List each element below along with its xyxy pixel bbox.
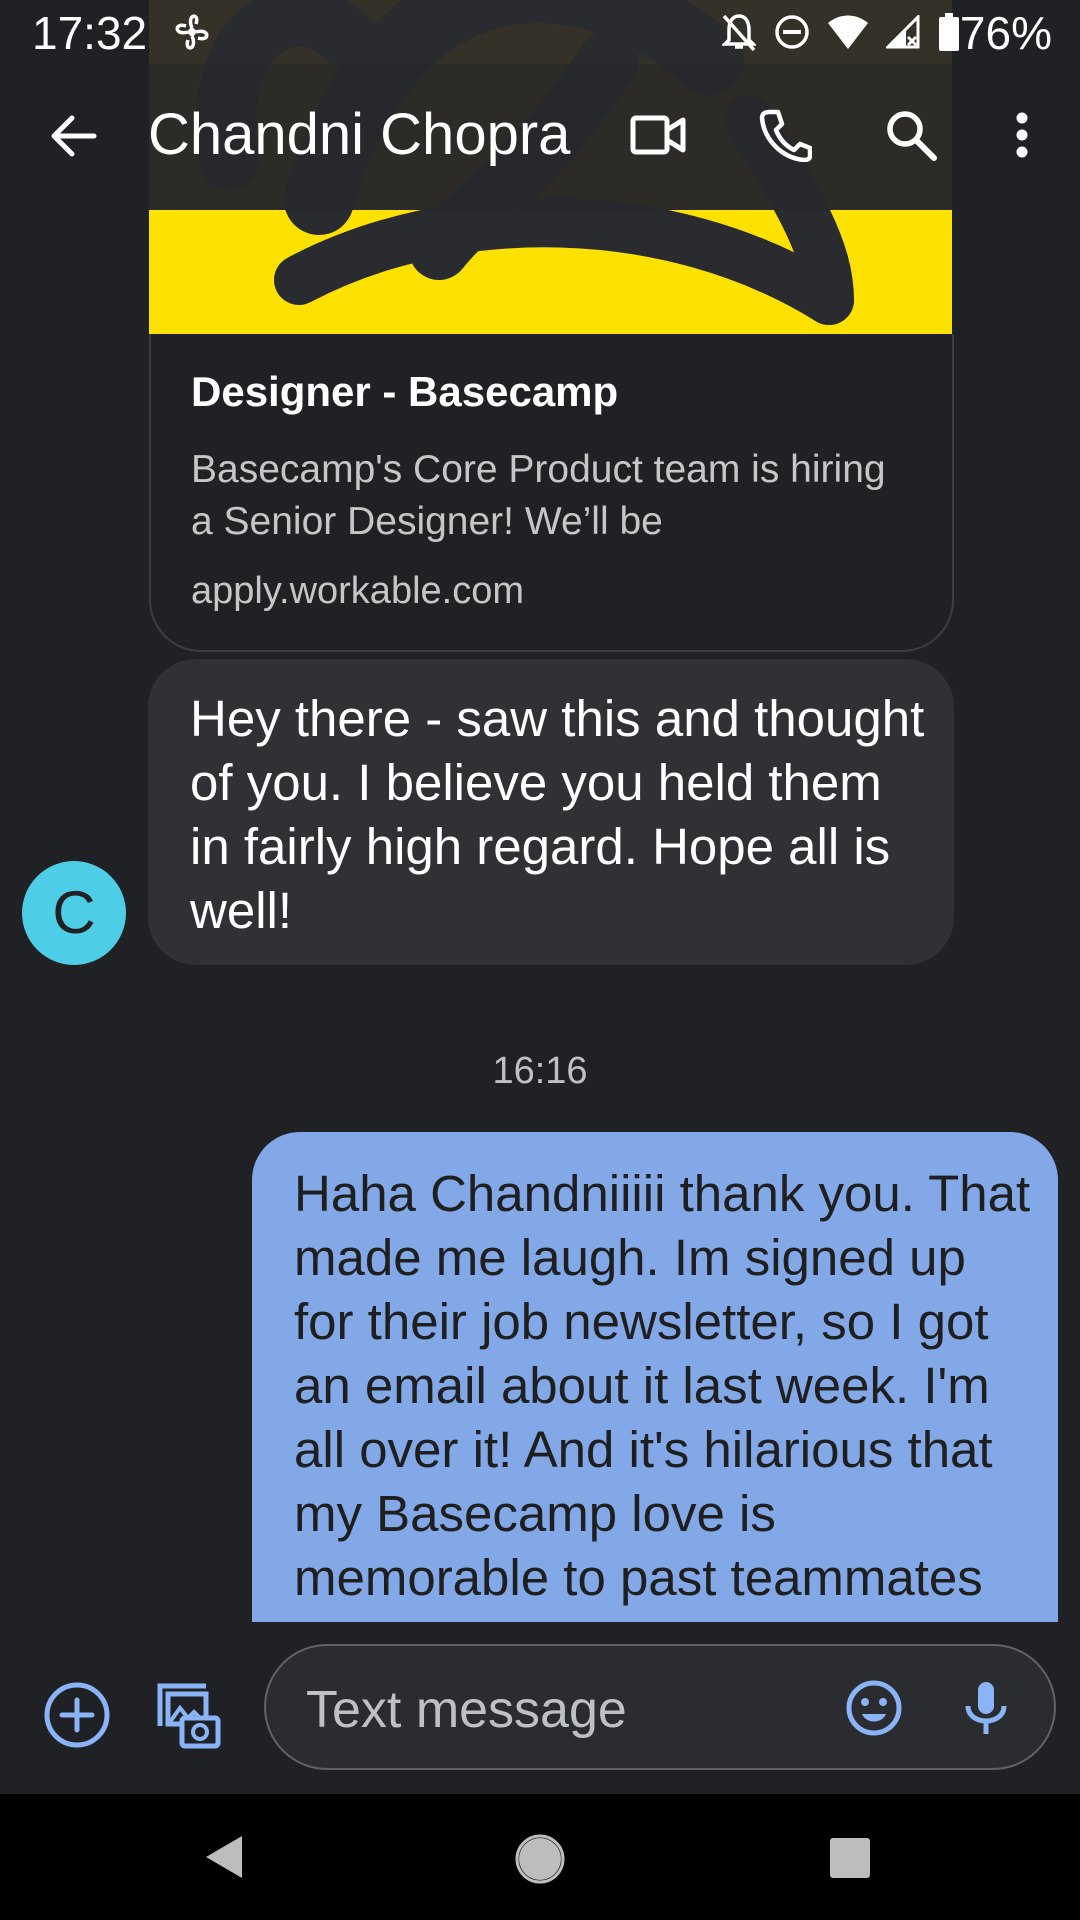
outgoing-message-bubble[interactable]: Haha Chandniiiii thank you. That made me… — [252, 1132, 1058, 1672]
avatar[interactable]: C — [22, 861, 126, 965]
message-input-placeholder: Text message — [306, 1681, 627, 1739]
do-not-disturb-icon — [774, 14, 810, 50]
contact-name[interactable]: Chandni Chopra — [148, 101, 570, 168]
microphone-icon[interactable] — [956, 1678, 1016, 1738]
incoming-message-bubble[interactable]: Hey there - saw this and thought of you.… — [148, 659, 954, 965]
nav-recents-icon[interactable] — [830, 1838, 870, 1878]
signal-icon — [886, 15, 920, 49]
link-preview-card[interactable]: Designer - Basecamp Basecamp's Core Prod… — [149, 334, 954, 652]
message-input[interactable]: Text message — [264, 1644, 1056, 1770]
nav-back-icon[interactable] — [204, 1834, 244, 1880]
status-time: 17:32 — [32, 7, 148, 59]
battery-icon — [938, 13, 960, 51]
fan-icon — [172, 10, 212, 54]
emoji-icon[interactable] — [844, 1678, 904, 1738]
battery-level: 76% — [959, 7, 1052, 59]
incoming-message-text: Hey there - saw this and thought of you.… — [190, 690, 925, 939]
more-vert-icon[interactable] — [1014, 112, 1030, 158]
phone-icon[interactable] — [758, 108, 812, 162]
wifi-icon — [828, 15, 868, 49]
notifications-off-icon — [722, 12, 756, 52]
link-preview-description: Basecamp's Core Product team is hiring a… — [191, 448, 886, 543]
nav-home-icon[interactable] — [515, 1834, 565, 1884]
navigation-bar — [0, 1794, 1080, 1920]
status-bar: 17:32 76% — [0, 0, 1080, 64]
link-preview-domain: apply.workable.com — [191, 570, 525, 612]
video-call-icon[interactable] — [630, 112, 686, 158]
outgoing-message-text: Haha Chandniiiii thank you. That made me… — [294, 1165, 1031, 1606]
link-preview-title: Designer - Basecamp — [191, 368, 619, 415]
message-timestamp: 16:16 — [492, 1050, 588, 1092]
search-icon[interactable] — [884, 108, 938, 162]
gallery-camera-icon[interactable] — [150, 1678, 222, 1750]
add-attachment-icon[interactable] — [42, 1680, 112, 1750]
back-arrow-icon[interactable] — [48, 110, 100, 162]
